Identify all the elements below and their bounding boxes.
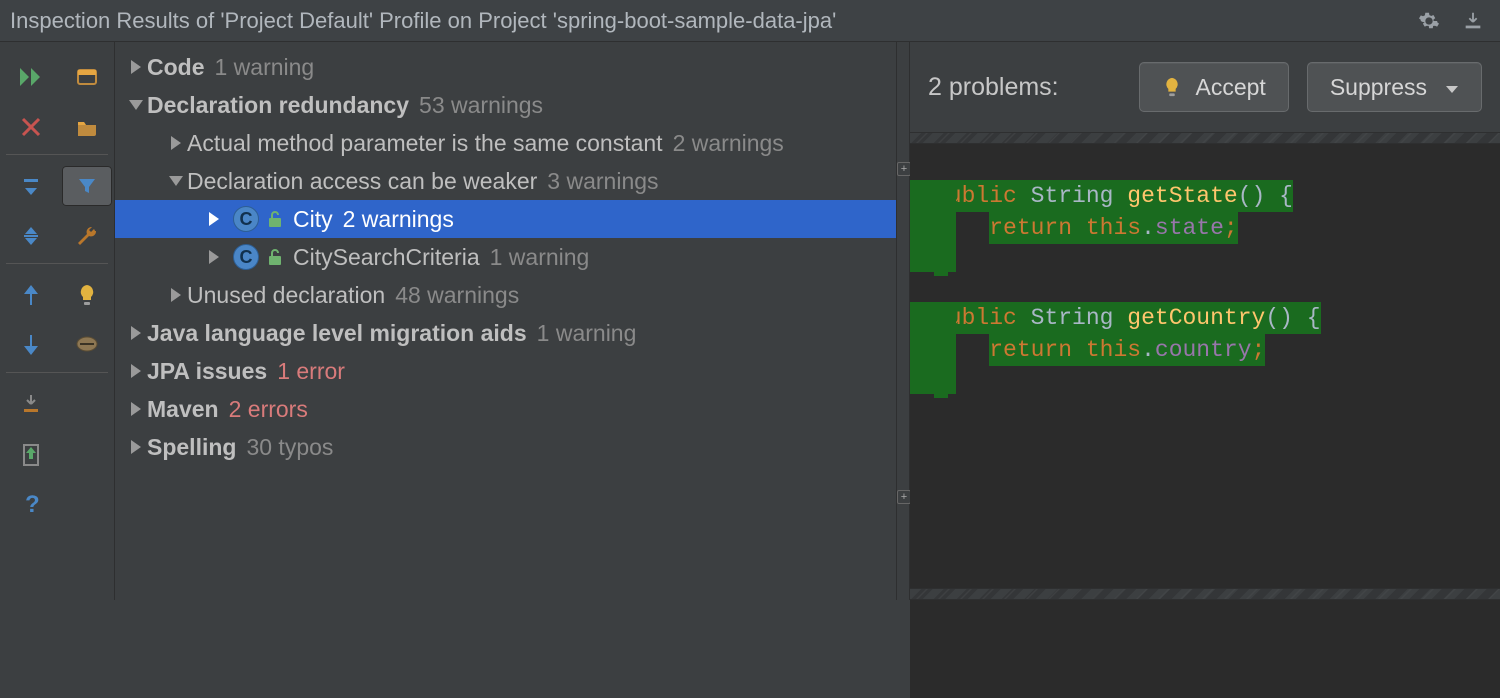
collapse-all-icon[interactable] (6, 216, 56, 256)
send-to-icon[interactable] (6, 434, 56, 474)
export-results-icon[interactable] (6, 384, 56, 424)
settings-wrench-icon[interactable] (62, 216, 112, 256)
group-by-module-icon[interactable] (62, 57, 112, 97)
unlock-icon (265, 209, 285, 229)
chevron-right-icon (125, 326, 147, 340)
export-icon[interactable] (1458, 6, 1488, 36)
fold-handle-icon[interactable]: + (897, 490, 911, 504)
close-icon[interactable] (6, 107, 56, 147)
chevron-down-icon (1445, 74, 1459, 101)
chevron-right-icon (165, 288, 187, 302)
accept-button[interactable]: Accept (1139, 62, 1289, 112)
tree-node-spelling[interactable]: Spelling 30 typos (115, 428, 896, 466)
group-by-directory-icon[interactable] (62, 107, 112, 147)
class-icon: C (233, 244, 259, 270)
tree-node-city-search-criteria[interactable]: C CitySearchCriteria 1 warning (115, 238, 896, 276)
tree-node-code[interactable]: Code 1 warning (115, 48, 896, 86)
tree-node-declaration-redundancy[interactable]: Declaration redundancy 53 warnings (115, 86, 896, 124)
show-diff-icon[interactable] (62, 325, 112, 365)
inspection-toolbar: ? (0, 42, 115, 600)
chevron-right-icon (203, 212, 225, 226)
tree-node-unused-declaration[interactable]: Unused declaration 48 warnings (115, 276, 896, 314)
suppress-button[interactable]: Suppress (1307, 62, 1482, 112)
chevron-down-icon (125, 100, 147, 110)
chevron-right-icon (125, 60, 147, 74)
intention-bulb-icon[interactable] (62, 275, 112, 315)
code-method-getcountry: public String getCountry() { return this… (934, 302, 1500, 398)
chevron-right-icon (125, 364, 147, 378)
filter-icon[interactable] (62, 166, 112, 206)
tree-node-maven[interactable]: Maven 2 errors (115, 390, 896, 428)
gear-icon[interactable] (1414, 6, 1444, 36)
tree-node-city[interactable]: C City 2 warnings (115, 200, 896, 238)
class-icon: C (233, 206, 259, 232)
tree-node-jpa-issues[interactable]: JPA issues 1 error (115, 352, 896, 390)
code-preview[interactable]: public String getState() { return this.s… (910, 144, 1500, 698)
next-icon[interactable] (6, 325, 56, 365)
tree-node-actual-method-parameter[interactable]: Actual method parameter is the same cons… (115, 124, 896, 162)
fold-separator (910, 132, 1500, 144)
fold-separator (910, 588, 1500, 600)
splitter[interactable]: + + (896, 42, 910, 600)
chevron-right-icon (125, 440, 147, 454)
bulb-icon (1162, 76, 1184, 98)
help-icon[interactable]: ? (6, 484, 56, 524)
fold-handle-icon[interactable]: + (897, 162, 911, 176)
panel-header: Inspection Results of 'Project Default' … (0, 0, 1500, 42)
chevron-right-icon (165, 136, 187, 150)
previous-icon[interactable] (6, 275, 56, 315)
expand-all-icon[interactable] (6, 166, 56, 206)
panel-title: Inspection Results of 'Project Default' … (10, 8, 1400, 34)
preview-toolbar: 2 problems: Accept Suppress (910, 42, 1500, 132)
preview-pane: 2 problems: Accept Suppress public Strin… (910, 42, 1500, 600)
chevron-right-icon (203, 250, 225, 264)
rerun-icon[interactable] (6, 57, 56, 97)
problem-count: 2 problems: (928, 73, 1121, 102)
chevron-down-icon (165, 176, 187, 186)
svg-text:?: ? (25, 491, 40, 517)
tree-node-java-language-level[interactable]: Java language level migration aids 1 war… (115, 314, 896, 352)
code-method-getstate: public String getState() { return this.s… (934, 180, 1500, 276)
unlock-icon (265, 247, 285, 267)
inspection-tree[interactable]: Code 1 warning Declaration redundancy 53… (115, 42, 896, 600)
chevron-right-icon (125, 402, 147, 416)
tree-node-access-weaker[interactable]: Declaration access can be weaker 3 warni… (115, 162, 896, 200)
